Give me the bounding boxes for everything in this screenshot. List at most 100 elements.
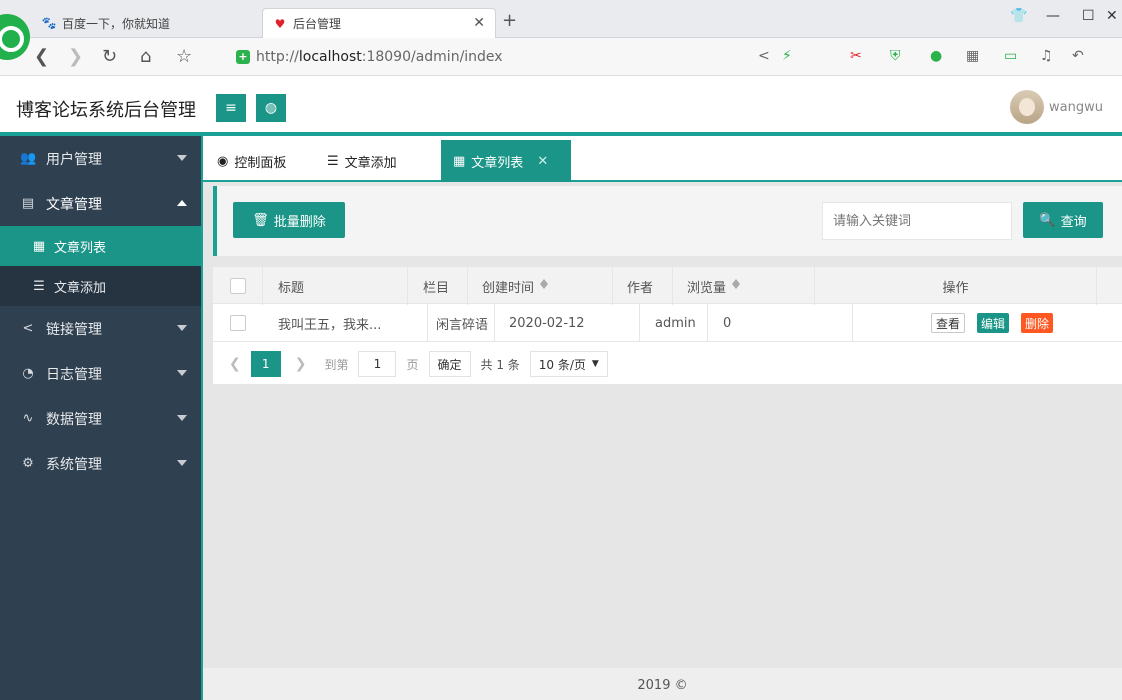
- home-icon[interactable]: ⌂: [140, 46, 151, 67]
- url-rest: :18090/admin/index: [361, 49, 503, 65]
- page-size-select[interactable]: 10 条/页 ▼: [529, 351, 608, 377]
- globe-button[interactable]: ◍: [256, 94, 286, 122]
- globe-icon: ◍: [264, 100, 278, 116]
- list-icon: ☰: [327, 153, 339, 169]
- sidebar-subitem-article-list[interactable]: ▦ 文章列表: [0, 226, 201, 266]
- browser-tabbar: 🐾 百度一下，你就知道 ♥ 后台管理 ✕ + 👕 — ☐ ✕: [0, 0, 1122, 60]
- star-icon[interactable]: ☆: [176, 46, 192, 67]
- menu-toggle-button[interactable]: ≡: [216, 94, 246, 122]
- new-tab-icon[interactable]: +: [502, 10, 517, 31]
- page-size-value: 10 条/页: [538, 357, 586, 372]
- tab-label: 控制面板: [234, 155, 287, 171]
- select-all-cell: [213, 267, 263, 305]
- search-input[interactable]: [822, 202, 1012, 240]
- cell-category: 闲言碎语: [428, 304, 495, 342]
- maximize-icon[interactable]: ☐: [1082, 8, 1095, 24]
- list-icon: ☰: [33, 278, 45, 294]
- column-author: 作者: [613, 267, 673, 305]
- column-created-label: 创建时间: [482, 280, 535, 296]
- delete-button[interactable]: 删除: [1021, 313, 1054, 333]
- shield-icon[interactable]: ⛨: [890, 48, 901, 64]
- sidebar-item-label: 系统管理: [46, 456, 102, 473]
- chevron-up-icon: [177, 200, 187, 206]
- reload-icon[interactable]: ↻: [102, 46, 117, 67]
- column-views-label: 浏览量: [687, 280, 727, 296]
- menu-icon: ≡: [225, 100, 237, 116]
- browser-tab-label: 后台管理: [293, 17, 342, 31]
- apps-icon[interactable]: ▦: [966, 48, 979, 64]
- sidebar-subitem-article-add[interactable]: ☰ 文章添加: [0, 266, 201, 306]
- sidebar-item-links[interactable]: < 链接管理: [0, 306, 201, 351]
- undo-icon[interactable]: ↶: [1072, 48, 1084, 64]
- url-host: localhost: [298, 49, 362, 65]
- close-tab-icon[interactable]: ✕: [473, 15, 485, 31]
- edit-button[interactable]: 编辑: [977, 313, 1010, 333]
- tab-label: 文章添加: [344, 155, 397, 171]
- sidebar-item-label: 日志管理: [46, 366, 102, 383]
- column-views[interactable]: 浏览量: [673, 267, 815, 305]
- search-label: 查询: [1060, 214, 1087, 230]
- search-icon: 🔍: [1039, 212, 1056, 228]
- sidebar-item-system[interactable]: ⚙ 系统管理: [0, 441, 201, 486]
- current-page[interactable]: 1: [250, 351, 281, 377]
- batch-delete-button[interactable]: 🗑 批量删除: [233, 202, 345, 238]
- headset-icon[interactable]: ♫: [1040, 48, 1053, 64]
- cell-actions: 查看 编辑 删除: [853, 304, 1122, 342]
- sidebar-item-label: 数据管理: [46, 411, 102, 428]
- share-icon[interactable]: <: [758, 48, 770, 64]
- column-actions: 操作: [815, 267, 1097, 305]
- view-button[interactable]: 查看: [931, 313, 966, 333]
- table-row: 我叫王五，我来... 闲言碎语 2020-02-12 admin 0 查看 编辑…: [213, 304, 1122, 342]
- battery-icon[interactable]: ▭: [1004, 48, 1017, 64]
- back-icon[interactable]: ❮: [34, 46, 49, 67]
- lightning-icon[interactable]: ⚡: [782, 48, 792, 64]
- avatar[interactable]: [1010, 90, 1044, 124]
- next-page-icon[interactable]: ❯: [295, 356, 307, 372]
- row-select-cell: [213, 304, 263, 342]
- shirt-icon[interactable]: 👕: [1010, 8, 1027, 24]
- browser-tab-baidu[interactable]: 🐾 百度一下，你就知道: [32, 8, 262, 38]
- cell-author: admin: [640, 304, 708, 342]
- sidebar-subitem-label: 文章列表: [54, 240, 107, 256]
- cell-created: 2020-02-12: [495, 304, 640, 342]
- tab-article-add[interactable]: ☰ 文章添加: [315, 140, 409, 182]
- close-tab-icon[interactable]: ✕: [537, 154, 548, 169]
- prev-page-icon[interactable]: ❮: [229, 356, 241, 372]
- select-all-checkbox[interactable]: [229, 278, 246, 294]
- sidebar-subitem-label: 文章添加: [54, 280, 107, 296]
- browser-tab-admin[interactable]: ♥ 后台管理 ✕: [262, 8, 496, 38]
- browser-tab-label: 百度一下，你就知道: [62, 16, 171, 31]
- column-created[interactable]: 创建时间: [468, 267, 613, 305]
- goto-confirm-button[interactable]: 确定: [428, 351, 471, 377]
- sidebar-item-label: 文章管理: [46, 196, 102, 213]
- forward-icon[interactable]: ❯: [68, 46, 83, 67]
- sort-icon: [540, 278, 549, 289]
- pulse-icon: ∿: [22, 411, 34, 426]
- username[interactable]: wangwu: [1049, 100, 1103, 115]
- toolbar: 🗑 批量删除 🔍 查询: [213, 186, 1122, 256]
- page-title: 博客论坛系统后台管理: [16, 100, 196, 121]
- chevron-down-icon: [177, 325, 187, 331]
- tab-article-list[interactable]: ▦ 文章列表 ✕: [441, 140, 571, 182]
- heart-icon: ♥: [274, 16, 286, 31]
- close-window-icon[interactable]: ✕: [1106, 8, 1118, 24]
- extension-icon[interactable]: ●: [930, 48, 942, 64]
- chevron-down-icon: [177, 155, 187, 161]
- share-icon: <: [22, 321, 34, 336]
- goto-page-input[interactable]: [358, 351, 397, 377]
- footer: 2019 ©: [203, 668, 1122, 700]
- trash-icon: 🗑: [252, 212, 269, 228]
- row-checkbox[interactable]: [230, 315, 246, 331]
- tab-dashboard[interactable]: ◉ 控制面板: [205, 140, 298, 182]
- pagination: ❮ 1 ❯ 到第 页 确定 共 1 条 10 条/页 ▼: [213, 344, 1122, 384]
- goto-label: 到第: [324, 357, 349, 372]
- search-button[interactable]: 🔍 查询: [1023, 202, 1103, 238]
- sidebar-item-data[interactable]: ∿ 数据管理: [0, 396, 201, 441]
- sidebar-item-logs[interactable]: ◔ 日志管理: [0, 351, 201, 396]
- scissors-icon[interactable]: ✂: [850, 48, 862, 64]
- minimize-icon[interactable]: —: [1046, 8, 1060, 24]
- url-field[interactable]: + http://localhost:18090/admin/index: [236, 47, 503, 67]
- sidebar-item-users[interactable]: 👥 用户管理: [0, 136, 201, 181]
- sidebar-item-articles[interactable]: ▤ 文章管理: [0, 181, 201, 226]
- address-bar: ❮ ❯ ↻ ⌂ ☆ + http://localhost:18090/admin…: [0, 38, 1122, 76]
